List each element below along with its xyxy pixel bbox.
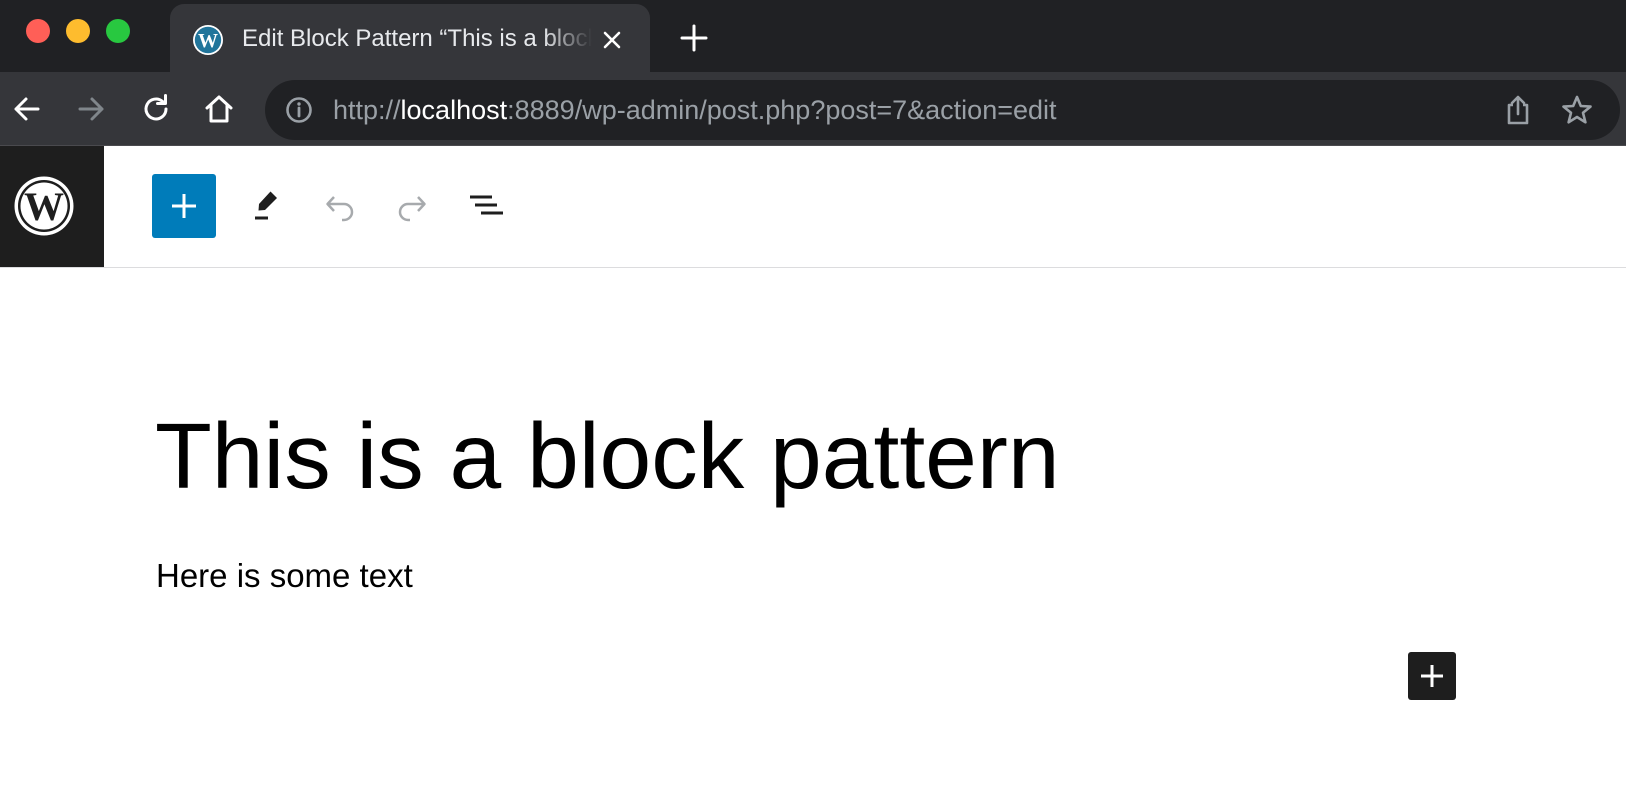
list-view-icon	[470, 195, 503, 215]
post-title[interactable]: This is a block pattern	[155, 402, 1060, 510]
browser-tab[interactable]: W Edit Block Pattern “This is a block pa…	[170, 4, 650, 72]
maximize-window-button[interactable]	[106, 19, 130, 43]
new-tab-plus-icon[interactable]	[678, 22, 710, 54]
info-icon[interactable]	[285, 96, 313, 124]
tools-button[interactable]	[242, 180, 294, 232]
paragraph-block[interactable]: Here is some text	[156, 556, 413, 596]
plus-icon	[172, 194, 196, 218]
redo-button[interactable]	[386, 180, 438, 232]
svg-text:W: W	[198, 30, 218, 52]
arrow-right-icon[interactable]	[74, 92, 108, 126]
block-inserter-button[interactable]	[152, 174, 216, 238]
plus-icon	[1421, 665, 1443, 687]
url-scheme: http://	[333, 95, 401, 125]
reload-icon[interactable]	[139, 92, 173, 126]
svg-text:W: W	[24, 184, 64, 229]
undo-icon	[326, 196, 354, 222]
editor-canvas: This is a block pattern Here is some tex…	[0, 268, 1626, 790]
star-icon[interactable]	[1561, 94, 1593, 126]
share-icon[interactable]	[1503, 94, 1533, 126]
close-window-button[interactable]	[26, 19, 50, 43]
url-text[interactable]: http://localhost:8889/wp-admin/post.php?…	[333, 93, 1057, 127]
editor-header: W	[0, 146, 1626, 268]
wordpress-logo-button[interactable]: W	[0, 146, 104, 267]
home-icon[interactable]	[202, 92, 236, 126]
wordpress-icon: W	[193, 25, 223, 55]
list-view-button[interactable]	[458, 180, 510, 232]
url-path: :8889/wp-admin/post.php?post=7&action=ed…	[507, 95, 1057, 125]
browser-toolbar: http://localhost:8889/wp-admin/post.php?…	[0, 72, 1626, 146]
wordpress-logo-icon: W	[14, 176, 74, 236]
address-bar[interactable]: http://localhost:8889/wp-admin/post.php?…	[265, 80, 1620, 140]
arrow-left-icon[interactable]	[10, 92, 44, 126]
close-icon[interactable]	[598, 26, 626, 54]
redo-icon	[398, 196, 426, 222]
pencil-icon	[255, 191, 277, 220]
tab-title: Edit Block Pattern “This is a block patt…	[242, 25, 592, 52]
undo-button[interactable]	[314, 180, 366, 232]
browser-tabstrip: W Edit Block Pattern “This is a block pa…	[0, 0, 1626, 72]
minimize-window-button[interactable]	[66, 19, 90, 43]
add-block-button[interactable]	[1408, 652, 1456, 700]
url-host: localhost	[400, 95, 508, 125]
